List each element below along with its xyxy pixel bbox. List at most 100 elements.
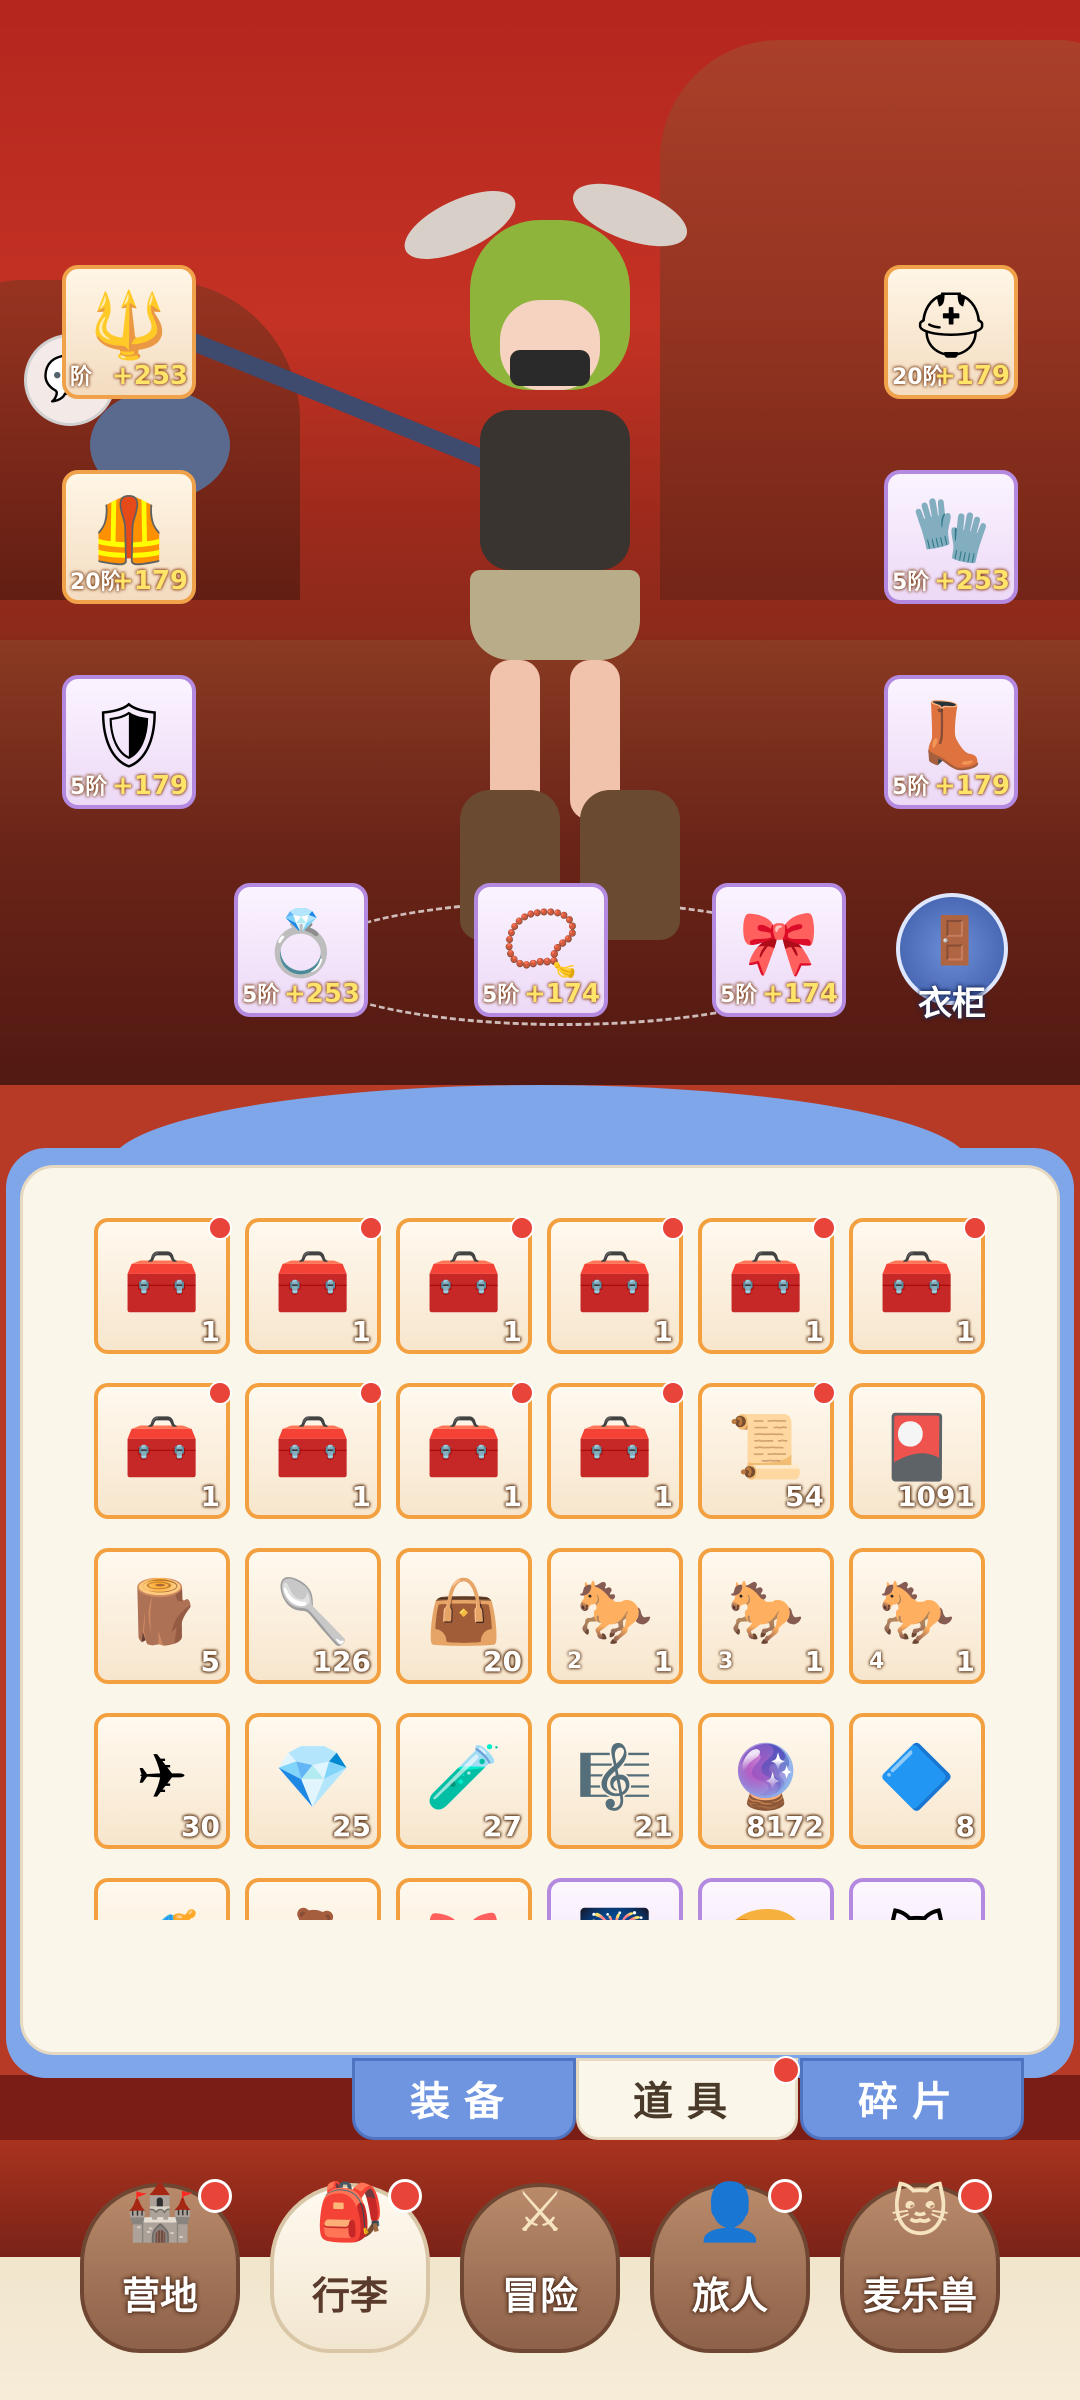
- new-badge: [208, 1381, 232, 1405]
- nav-pet-face[interactable]: 🐱 麦乐兽: [840, 2165, 1000, 2365]
- inventory-item[interactable]: 🧰 1: [94, 1381, 232, 1519]
- inventory-item[interactable]: 🧪 27: [396, 1713, 532, 1849]
- inventory-item[interactable]: 🎀: [396, 1878, 532, 1920]
- nav-castle[interactable]: 🏰 营地: [80, 2165, 240, 2365]
- nav-label: 麦乐兽: [862, 2274, 977, 2318]
- tab-items[interactable]: 道具: [576, 2058, 798, 2140]
- inventory-item[interactable]: 🐎 3 1: [698, 1548, 834, 1684]
- firework-icon: 🎆: [573, 1900, 657, 1920]
- inventory-item[interactable]: 🧰 1: [396, 1381, 534, 1519]
- equipment-tier: 5阶: [892, 570, 930, 595]
- equipment-bonus: +174: [761, 979, 838, 1009]
- bread-icon: 🍞: [724, 1900, 808, 1920]
- item-count: 1: [200, 1480, 220, 1513]
- nav-label: 冒险: [501, 2274, 578, 2318]
- equipment-slot-ring[interactable]: 💍 5阶 +253: [234, 883, 368, 1017]
- new-badge: [510, 1381, 534, 1405]
- equipment-bonus: +174: [523, 979, 600, 1009]
- equipment-slot-spear[interactable]: 🔱 阶 +253: [62, 265, 196, 399]
- item-count: 25: [332, 1810, 371, 1843]
- item-count: 8172: [746, 1810, 824, 1843]
- inventory-item[interactable]: 🎴 1091: [849, 1383, 985, 1519]
- inventory-item[interactable]: 🍼: [94, 1878, 230, 1920]
- equipment-bonus: +179: [111, 771, 188, 801]
- item-count: 1: [955, 1645, 975, 1678]
- item-count: 27: [483, 1810, 522, 1843]
- nav-label: 行李: [311, 2274, 388, 2318]
- inventory-item[interactable]: 🧰 1: [94, 1216, 232, 1354]
- chest-icon: 🧰: [274, 1245, 352, 1318]
- necklace-icon: 📿: [501, 907, 581, 981]
- nav-label: 营地: [121, 2274, 198, 2318]
- item-count: 8: [955, 1810, 975, 1843]
- inventory-item[interactable]: 📜 54: [698, 1381, 836, 1519]
- chest-icon: 🧰: [123, 1410, 201, 1483]
- crossed-swords-icon: ⚔: [514, 2180, 566, 2245]
- equipment-bonus: +253: [283, 979, 360, 1009]
- nav-backpack[interactable]: 🎒 行李: [270, 2165, 430, 2365]
- chest-icon: 🧰: [576, 1410, 654, 1483]
- nav-badge: [198, 2179, 232, 2213]
- inventory-item[interactable]: 🐎 4 1: [849, 1548, 985, 1684]
- chest-icon: 🧰: [425, 1410, 503, 1483]
- tab-fragments[interactable]: 碎片: [800, 2058, 1024, 2140]
- log-icon: 🪵: [123, 1575, 201, 1648]
- inventory-item[interactable]: 🔷 8: [849, 1713, 985, 1849]
- chest-icon: 🧰: [576, 1245, 654, 1318]
- lyre-icon: 🎼: [576, 1740, 654, 1813]
- inventory-grid[interactable]: 🧰 1 🧰 1 🧰 1 🧰 1 🧰 1 🧰 1 🧰 1 🧰 1 🧰 1 🧰 1 📜 54 🎴 1091 🪵 5 🥄 126 👜 20 🐎 2 1…: [90, 1210, 990, 1920]
- item-count: 1: [804, 1645, 824, 1678]
- inventory-item[interactable]: 💎 25: [245, 1713, 381, 1849]
- inventory-item[interactable]: 🪵 5: [94, 1548, 230, 1684]
- inventory-item[interactable]: 🎆: [547, 1878, 683, 1920]
- chest-icon: 🧰: [123, 1245, 201, 1318]
- inventory-item[interactable]: 🥄 126: [245, 1548, 381, 1684]
- item-count: 21: [634, 1810, 673, 1843]
- equipment-tier: 5阶: [482, 983, 520, 1008]
- item-count: 1: [351, 1315, 371, 1348]
- tab-items-badge: [772, 2056, 800, 2084]
- armor-icon: 🦺: [89, 494, 169, 568]
- inventory-item[interactable]: 🐎 2 1: [547, 1548, 683, 1684]
- inventory-item[interactable]: 🧸: [245, 1878, 381, 1920]
- inventory-item[interactable]: 🧰 1: [245, 1381, 383, 1519]
- scroll-icon: 📜: [727, 1410, 805, 1483]
- inventory-item[interactable]: 🧰 1: [245, 1216, 383, 1354]
- equipment-slot-amulet[interactable]: 🎀 5阶 +174: [712, 883, 846, 1017]
- new-badge: [208, 1216, 232, 1240]
- equipment-slot-gauntlet[interactable]: 🧤 5阶 +253: [884, 470, 1018, 604]
- equipment-bonus: +179: [933, 361, 1010, 391]
- inventory-item[interactable]: 👜 20: [396, 1548, 532, 1684]
- inventory-item[interactable]: 🧰 1: [547, 1381, 685, 1519]
- equipment-slot-armor[interactable]: 🦺 20阶 +179: [62, 470, 196, 604]
- character-model[interactable]: [360, 170, 740, 960]
- item-count: 1: [804, 1315, 824, 1348]
- item-level: 4: [869, 1649, 885, 1674]
- inventory-item[interactable]: 🧰 1: [547, 1216, 685, 1354]
- inventory-item[interactable]: 🧰 1: [396, 1216, 534, 1354]
- nav-traveler[interactable]: 👤 旅人: [650, 2165, 810, 2365]
- character-skirt: [470, 570, 640, 660]
- equipment-slot-pauldron[interactable]: 🛡 5阶 +179: [62, 675, 196, 809]
- nav-badge: [768, 2179, 802, 2213]
- inventory-item[interactable]: 🧰 1: [698, 1216, 836, 1354]
- new-badge: [510, 1216, 534, 1240]
- inventory-item[interactable]: 🐱: [849, 1878, 985, 1920]
- equipment-slot-necklace[interactable]: 📿 5阶 +174: [474, 883, 608, 1017]
- wardrobe-label: 衣柜: [918, 984, 986, 1024]
- equipment-slot-helmet[interactable]: ⛑ 20阶 +179: [884, 265, 1018, 399]
- amber-gem-icon: 💎: [274, 1740, 352, 1813]
- equipment-tier: 5阶: [892, 775, 930, 800]
- inventory-item[interactable]: 🍞: [698, 1878, 834, 1920]
- inventory-item[interactable]: ✈ 30: [94, 1713, 230, 1849]
- inventory-item[interactable]: 🔮 8172: [698, 1713, 834, 1849]
- equipment-slot-boots[interactable]: 👢 5阶 +179: [884, 675, 1018, 809]
- helmet-icon: ⛑: [910, 289, 992, 363]
- inventory-item[interactable]: 🧰 1: [849, 1216, 987, 1354]
- nav-crossed-swords[interactable]: ⚔ 冒险: [460, 2165, 620, 2365]
- item-count: 126: [312, 1645, 371, 1678]
- inventory-item[interactable]: 🎼 21: [547, 1713, 683, 1849]
- tab-equipment[interactable]: 装备: [352, 2058, 576, 2140]
- item-count: 1: [653, 1645, 673, 1678]
- spoon-icon: 🥄: [274, 1575, 352, 1648]
